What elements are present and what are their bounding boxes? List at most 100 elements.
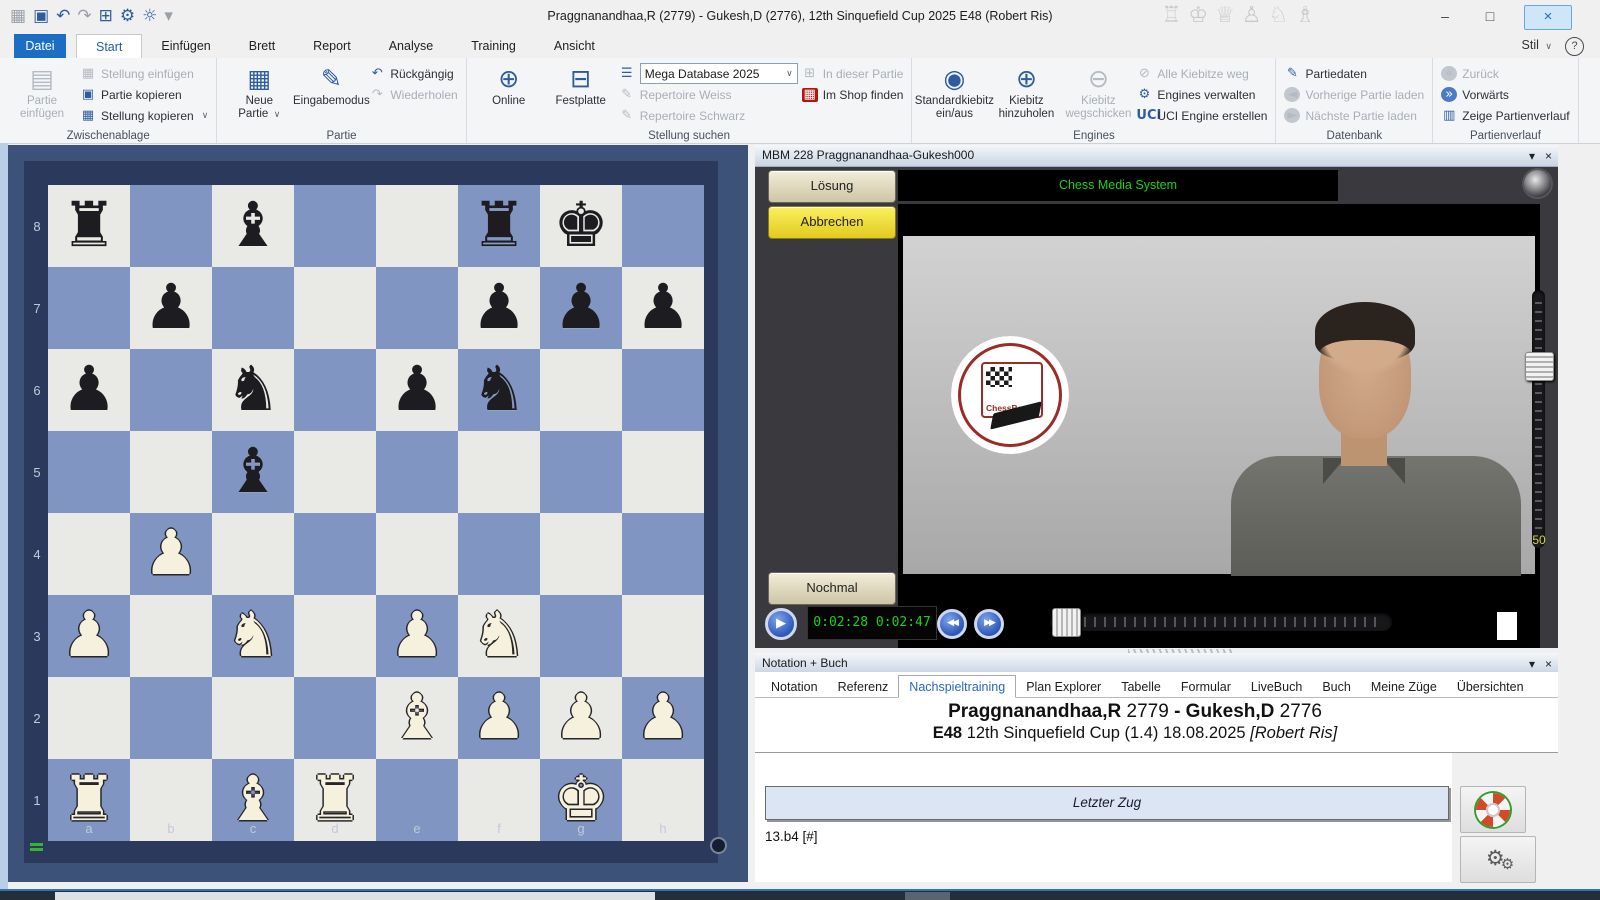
tab-datei[interactable]: Datei — [14, 34, 66, 58]
square-c6[interactable]: ♞ — [212, 349, 294, 431]
square-d3[interactable] — [294, 595, 376, 677]
minimize-button[interactable]: – — [1430, 5, 1460, 28]
im-shop-finden-button[interactable]: ▦ Im Shop finden — [801, 85, 903, 104]
video-player[interactable]: ChessBase — [898, 204, 1540, 648]
square-a4[interactable] — [48, 513, 130, 595]
solution-button[interactable]: Lösung — [768, 170, 896, 203]
style-dropdown[interactable]: Stil ∨ — [1522, 38, 1552, 52]
taskbar-item[interactable] — [905, 892, 950, 900]
engines-verwalten-button[interactable]: ⚙ Engines verwalten — [1136, 85, 1267, 104]
square-b8[interactable] — [130, 185, 212, 267]
tab-brett[interactable]: Brett — [230, 34, 294, 58]
festplatte-button[interactable]: ⊟ Festplatte — [547, 62, 615, 109]
eingabemodus-button[interactable]: ✎ Eingabemodus — [293, 62, 370, 109]
square-c8[interactable]: ♝ — [212, 185, 294, 267]
media-panel-header[interactable]: MBM 228 Praggnanandhaa-Gukesh000 ▾ × — [755, 145, 1558, 167]
square-g8[interactable]: ♚ — [540, 185, 622, 267]
rewind-button[interactable]: ◀◀ — [937, 609, 967, 639]
training-help-button[interactable] — [1460, 786, 1526, 833]
square-h3[interactable] — [622, 595, 704, 677]
square-h6[interactable] — [622, 349, 704, 431]
vorwaerts-button[interactable]: » Vorwärts — [1441, 85, 1569, 104]
square-d7[interactable] — [294, 267, 376, 349]
notation-tab-notation[interactable]: Notation — [761, 676, 828, 697]
square-f2[interactable]: ♟ — [458, 677, 540, 759]
notation-tab-livebuch[interactable]: LiveBuch — [1241, 676, 1312, 697]
notation-tab-referenz[interactable]: Referenz — [828, 676, 899, 697]
help-icon[interactable]: ? — [1565, 37, 1584, 56]
square-a6[interactable]: ♟ — [48, 349, 130, 431]
chess-board[interactable]: ♜ ♝ ♜ ♚ ♟ ♟ ♟ ♟ ♟ ♞ ♟ ♞ ♝ ♟ ♟ ♞ ♟ ♞ ♝ ♟ ♟ ♟ ♜ ♝ ♜ ♚ — [48, 185, 704, 841]
panel-collapse-icon[interactable]: ▾ — [1529, 146, 1535, 167]
square-d5[interactable] — [294, 431, 376, 513]
square-c2[interactable] — [212, 677, 294, 759]
online-button[interactable]: ⊕ Online — [475, 62, 543, 109]
volume-handle[interactable] — [1525, 352, 1554, 381]
volume-slider[interactable] — [1532, 290, 1545, 548]
square-g4[interactable] — [540, 513, 622, 595]
square-d2[interactable] — [294, 677, 376, 759]
partie-kopieren-button[interactable]: ▣ Partie kopieren — [80, 85, 208, 104]
tab-analyse[interactable]: Analyse — [370, 34, 452, 58]
kiebitz-hinzuholen-button[interactable]: ⊕ Kiebitz hinzuholen — [992, 62, 1060, 122]
square-g3[interactable] — [540, 595, 622, 677]
speaker-icon[interactable] — [1524, 170, 1551, 197]
square-a3[interactable]: ♟ — [48, 595, 130, 677]
play-button[interactable]: ▶ — [765, 608, 797, 640]
tab-report[interactable]: Report — [294, 34, 370, 58]
notation-tab-formular[interactable]: Formular — [1171, 676, 1241, 697]
seek-handle[interactable] — [1052, 608, 1081, 637]
tab-start[interactable]: Start — [76, 34, 143, 58]
square-h2[interactable]: ♟ — [622, 677, 704, 759]
square-e8[interactable] — [376, 185, 458, 267]
standardkiebitz-button[interactable]: ◉ Standardkiebitz ein/aus — [915, 62, 994, 122]
square-h7[interactable]: ♟ — [622, 267, 704, 349]
uci-engine-erstellen-button[interactable]: UCI UCI Engine erstellen — [1136, 106, 1267, 125]
database-select-box[interactable]: Mega Database 2025 ∨ — [639, 63, 798, 84]
square-f8[interactable]: ♜ — [458, 185, 540, 267]
panel-close-icon[interactable]: × — [1545, 146, 1552, 167]
board-corner-icon[interactable] — [710, 837, 727, 854]
zeige-partienverlauf-button[interactable]: ▥ Zeige Partienverlauf — [1441, 106, 1570, 125]
square-d4[interactable] — [294, 513, 376, 595]
square-c4[interactable] — [212, 513, 294, 595]
tab-training[interactable]: Training — [452, 34, 535, 58]
last-move-button[interactable]: Letzter Zug — [765, 786, 1449, 820]
fast-forward-button[interactable]: ▶▶ — [974, 609, 1004, 639]
notation-tab-planexplorer[interactable]: Plan Explorer — [1016, 676, 1111, 697]
tab-einfgen[interactable]: Einfügen — [142, 34, 229, 58]
square-b3[interactable] — [130, 595, 212, 677]
square-f7[interactable]: ♟ — [458, 267, 540, 349]
square-e7[interactable] — [376, 267, 458, 349]
engine-settings-button[interactable]: ⚙⚙ — [1460, 836, 1536, 883]
square-c5[interactable]: ♝ — [212, 431, 294, 513]
neue-partie-button[interactable]: ▦ Neue Partie ∨ — [225, 62, 293, 122]
square-e4[interactable] — [376, 513, 458, 595]
square-b7[interactable]: ♟ — [130, 267, 212, 349]
square-g2[interactable]: ♟ — [540, 677, 622, 759]
current-move-text[interactable]: 13.b4 [#] — [765, 829, 818, 844]
square-a2[interactable] — [48, 677, 130, 759]
taskbar-item[interactable] — [55, 892, 655, 900]
maximize-button[interactable]: □ — [1475, 5, 1505, 28]
square-f5[interactable] — [458, 431, 540, 513]
notation-tab-buch[interactable]: Buch — [1312, 676, 1361, 697]
notation-tab-meinezge[interactable]: Meine Züge — [1361, 676, 1447, 697]
notation-tab-nachspieltraining[interactable]: Nachspieltraining — [898, 675, 1017, 698]
square-c7[interactable] — [212, 267, 294, 349]
square-d6[interactable] — [294, 349, 376, 431]
square-f4[interactable] — [458, 513, 540, 595]
square-a5[interactable] — [48, 431, 130, 513]
square-b2[interactable] — [130, 677, 212, 759]
close-button[interactable]: × — [1524, 5, 1572, 30]
square-h4[interactable] — [622, 513, 704, 595]
notation-tab-tabelle[interactable]: Tabelle — [1111, 676, 1171, 697]
square-b4[interactable]: ♟ — [130, 513, 212, 595]
square-h8[interactable] — [622, 185, 704, 267]
square-e6[interactable]: ♟ — [376, 349, 458, 431]
square-f3[interactable]: ♞ — [458, 595, 540, 677]
tab-ansicht[interactable]: Ansicht — [535, 34, 614, 58]
square-f6[interactable]: ♞ — [458, 349, 540, 431]
square-a7[interactable] — [48, 267, 130, 349]
square-e5[interactable] — [376, 431, 458, 513]
